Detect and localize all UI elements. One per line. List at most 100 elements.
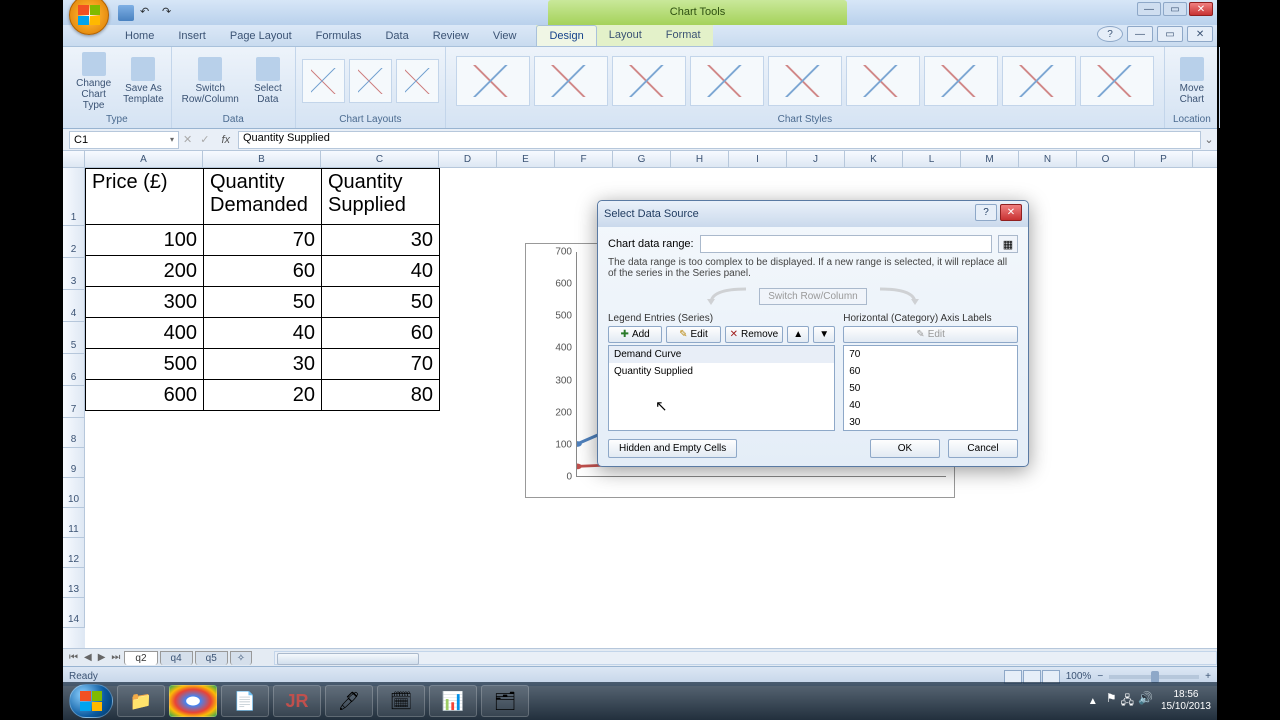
zoom-slider[interactable]	[1109, 675, 1199, 679]
list-item[interactable]: 40	[844, 397, 1017, 414]
save-icon[interactable]	[118, 5, 134, 21]
data-table[interactable]: Price (£)Quantity DemandedQuantity Suppl…	[85, 168, 440, 411]
sheet-nav-prev-icon[interactable]: ◀	[82, 652, 94, 663]
taskbar-app3-icon[interactable]: 🗓	[377, 685, 425, 717]
tab-formulas[interactable]: Formulas	[304, 26, 374, 46]
chart-layout-thumb[interactable]	[302, 59, 345, 103]
list-item[interactable]: Demand Curve	[609, 346, 834, 363]
chart-style-thumb[interactable]	[456, 56, 530, 106]
tab-home[interactable]: Home	[113, 26, 166, 46]
minimize-button[interactable]: —	[1137, 2, 1161, 16]
list-item[interactable]: 70	[844, 346, 1017, 363]
row-header[interactable]: 4	[63, 290, 85, 322]
chart-style-thumb[interactable]	[924, 56, 998, 106]
row-header[interactable]: 12	[63, 538, 85, 568]
row-header[interactable]: 5	[63, 322, 85, 354]
column-header[interactable]: G	[613, 151, 671, 167]
start-button[interactable]	[69, 684, 113, 718]
chart-layout-thumb[interactable]	[396, 59, 439, 103]
ribbon-close-icon[interactable]: ✕	[1187, 26, 1213, 42]
chart-layout-thumb[interactable]	[349, 59, 392, 103]
dialog-titlebar[interactable]: Select Data Source ? ✕	[598, 201, 1028, 227]
horizontal-scrollbar[interactable]	[274, 651, 1217, 665]
sheet-tab-q2[interactable]: q2	[124, 651, 157, 665]
hidden-empty-cells-button[interactable]: Hidden and Empty Cells	[608, 439, 737, 458]
column-header[interactable]: E	[497, 151, 555, 167]
tab-review[interactable]: Review	[421, 26, 481, 46]
tab-design[interactable]: Design	[536, 25, 596, 46]
tab-format[interactable]: Format	[654, 25, 713, 46]
ribbon-restore-icon[interactable]: ▭	[1157, 26, 1183, 42]
ribbon-minimize-icon[interactable]: —	[1127, 26, 1153, 42]
list-item[interactable]: Quantity Supplied	[609, 363, 834, 380]
row-header[interactable]: 14	[63, 598, 85, 628]
column-header[interactable]: A	[85, 151, 203, 167]
tab-page-layout[interactable]: Page Layout	[218, 26, 304, 46]
formula-expand-icon[interactable]: ⌄	[1201, 133, 1217, 146]
tray-volume-icon[interactable]: 🔊	[1138, 691, 1153, 712]
series-listbox[interactable]: Demand CurveQuantity Supplied	[608, 345, 835, 431]
ok-button[interactable]: OK	[870, 439, 940, 458]
tab-view[interactable]: View	[481, 26, 529, 46]
dialog-close-button[interactable]: ✕	[1000, 204, 1022, 221]
column-header[interactable]: M	[961, 151, 1019, 167]
close-button[interactable]: ✕	[1189, 2, 1213, 16]
change-chart-type-button[interactable]: Change Chart Type	[69, 50, 118, 113]
taskbar-jr-icon[interactable]: JR	[273, 685, 321, 717]
remove-series-button[interactable]: ✕Remove	[725, 326, 784, 343]
axis-labels-listbox[interactable]: 7060504030	[843, 345, 1018, 431]
cancel-button[interactable]: Cancel	[948, 439, 1018, 458]
column-header[interactable]: H	[671, 151, 729, 167]
chart-style-thumb[interactable]	[534, 56, 608, 106]
move-chart-button[interactable]: Move Chart	[1171, 55, 1213, 107]
tab-layout[interactable]: Layout	[597, 25, 654, 46]
tray-network-icon[interactable]: 🖧	[1121, 691, 1134, 712]
taskbar-chrome-icon[interactable]	[169, 685, 217, 717]
save-as-template-button[interactable]: Save As Template	[122, 55, 164, 107]
enter-formula-icon[interactable]: ✓	[200, 133, 209, 146]
tray-icon[interactable]: ⚑	[1106, 691, 1117, 712]
tray-expand-icon[interactable]: ▲	[1088, 696, 1098, 707]
row-header[interactable]: 7	[63, 386, 85, 418]
sheet-tab-q4[interactable]: q4	[160, 651, 193, 665]
move-series-down-button[interactable]: ▼	[813, 326, 835, 343]
taskbar-app2-icon[interactable]: 🖊	[325, 685, 373, 717]
name-box[interactable]: C1	[69, 131, 179, 149]
row-header[interactable]: 3	[63, 258, 85, 290]
column-header[interactable]: O	[1077, 151, 1135, 167]
sheet-tab-q5[interactable]: q5	[195, 651, 228, 665]
select-all-corner[interactable]	[63, 151, 85, 167]
chart-style-thumb[interactable]	[1080, 56, 1154, 106]
system-tray[interactable]: ▲ ⚑ 🖧 🔊 18:56 15/10/2013	[1088, 689, 1211, 713]
redo-icon[interactable]: ↷	[162, 5, 178, 21]
tray-clock[interactable]: 18:56 15/10/2013	[1161, 689, 1211, 713]
row-header[interactable]: 1	[63, 168, 85, 226]
sheet-tab-new[interactable]: ✧	[230, 651, 252, 665]
add-series-button[interactable]: ✚Add	[608, 326, 662, 343]
help-icon[interactable]: ?	[1097, 26, 1123, 42]
chart-style-thumb[interactable]	[846, 56, 920, 106]
chart-data-range-input[interactable]	[700, 235, 992, 253]
maximize-button[interactable]: ▭	[1163, 2, 1187, 16]
chart-style-thumb[interactable]	[612, 56, 686, 106]
chart-style-thumb[interactable]	[690, 56, 764, 106]
tab-data[interactable]: Data	[373, 26, 420, 46]
taskbar-app4-icon[interactable]: 🗂	[481, 685, 529, 717]
edit-axis-labels-button[interactable]: ✎Edit	[843, 326, 1018, 343]
row-header[interactable]: 6	[63, 354, 85, 386]
column-header[interactable]: P	[1135, 151, 1193, 167]
row-header[interactable]: 13	[63, 568, 85, 598]
sheet-nav-last-icon[interactable]: ⏭	[109, 652, 122, 663]
list-item[interactable]: 50	[844, 380, 1017, 397]
row-header[interactable]: 9	[63, 448, 85, 478]
column-header[interactable]: C	[321, 151, 439, 167]
column-header[interactable]: L	[903, 151, 961, 167]
column-header[interactable]: N	[1019, 151, 1077, 167]
chart-style-thumb[interactable]	[768, 56, 842, 106]
tab-insert[interactable]: Insert	[166, 26, 218, 46]
list-item[interactable]: 60	[844, 363, 1017, 380]
switch-row-column-button[interactable]: Switch Row/Column	[178, 55, 243, 107]
taskbar-app-icon[interactable]: 📄	[221, 685, 269, 717]
zoom-out-button[interactable]: −	[1097, 671, 1103, 682]
column-header[interactable]: D	[439, 151, 497, 167]
